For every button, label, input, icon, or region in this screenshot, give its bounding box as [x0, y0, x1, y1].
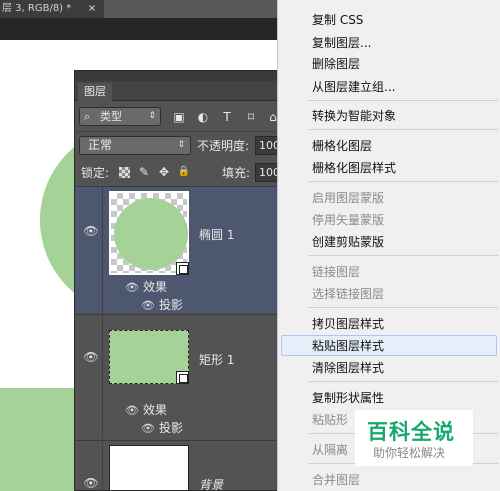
updown-arrows-icon: ⇕ [177, 140, 185, 150]
menu-item[interactable]: 复制形状属性 [312, 389, 384, 406]
tab-layers[interactable]: 图层 [78, 83, 112, 101]
watermark-subtitle: 助你轻松解决 [373, 446, 446, 460]
effect-visibility-icon[interactable]: 👁 [125, 280, 139, 296]
opacity-label: 不透明度: [197, 139, 250, 153]
layer-name[interactable]: 背景 [199, 476, 223, 490]
menu-item: 从隔离 [312, 443, 349, 457]
drop-shadow-label: 投影 [159, 421, 184, 435]
menu-item: 选择链接图层 [312, 287, 385, 301]
lock-label: 锁定: [81, 166, 110, 180]
visibility-eye-icon[interactable]: 👁 [83, 351, 99, 363]
row-divider [102, 315, 103, 439]
layer-name[interactable]: 椭圆 1 [199, 226, 234, 243]
effect-visibility-icon[interactable]: 👁 [125, 403, 139, 419]
menu-item[interactable]: 复制图层... [312, 34, 371, 51]
menu-item: 启用图层蒙版 [312, 191, 385, 205]
menu-item[interactable]: 拷贝图层样式 [312, 315, 384, 332]
thumbnail-ellipse [114, 198, 188, 270]
lock-position-icon[interactable]: ✥ [157, 165, 171, 179]
filter-row: ⌕ 类型 ⇕ ▣ ◐ T ⌑ ⌂ [75, 103, 279, 129]
menu-item: 链接图层 [312, 265, 361, 279]
adjustment-layer-filter-icon[interactable]: ◐ [195, 109, 211, 125]
blend-row: 正常 ⇕ 不透明度: 100 [75, 131, 279, 157]
layer-row-rectangle[interactable]: 👁 矩形 1 👁 效果 👁 投影 [75, 314, 279, 439]
shape-layer-icon [176, 262, 189, 275]
row-divider [102, 187, 103, 313]
layer-row-ellipse[interactable]: 👁 椭圆 1 👁 效果 👁 投影 [75, 186, 279, 314]
lock-row: 锁定: ✎ ✥ 🔒 填充: 100 [75, 159, 279, 185]
menu-item: 停用矢量蒙版 [312, 213, 385, 227]
menu-separator [308, 129, 498, 130]
lock-all-icon[interactable]: 🔒 [177, 165, 191, 179]
menu-item[interactable]: 转换为智能对象 [312, 107, 396, 124]
canvas-frame-band [0, 18, 280, 40]
layer-row-background[interactable]: 👁 背景 [75, 440, 279, 490]
filter-kind-select[interactable]: ⌕ 类型 ⇕ [79, 107, 161, 126]
lock-pixels-icon[interactable]: ✎ [137, 165, 151, 179]
menu-separator [308, 181, 498, 182]
panel-tabs: 图层 [75, 81, 279, 101]
effects-label: 效果 [143, 280, 168, 294]
watermark-logo: 百科全说 助你轻松解决 [355, 410, 473, 466]
menu-item[interactable]: 复制 CSS [312, 11, 363, 28]
menu-separator [308, 255, 498, 256]
menu-item: 合并图层 [312, 473, 361, 487]
visibility-eye-icon[interactable]: 👁 [83, 225, 99, 237]
close-tab-icon[interactable]: × [86, 0, 98, 18]
effects-label: 效果 [143, 403, 168, 417]
menu-item[interactable]: 创建剪贴蒙版 [312, 233, 384, 250]
document-tab[interactable]: 层 3, RGB/8) * × [0, 0, 104, 18]
layers-panel: 图层 ⌕ 类型 ⇕ ▣ ◐ T ⌑ ⌂ 正常 ⇕ 不透明度: 100 锁定: ✎… [74, 70, 280, 491]
effect-visibility-icon[interactable]: 👁 [141, 298, 155, 314]
drop-shadow-label: 投影 [159, 298, 184, 312]
panel-title-bar [75, 71, 279, 81]
layer-name[interactable]: 矩形 1 [199, 351, 234, 368]
drop-shadow-row[interactable]: 👁 投影 [141, 420, 183, 437]
layer-thumbnail [109, 445, 189, 490]
menu-separator [308, 100, 498, 101]
blend-mode-value: 正常 [88, 138, 113, 152]
menu-item[interactable]: 清除图层样式 [312, 359, 384, 376]
shape-layer-filter-icon[interactable]: ⌑ [243, 109, 259, 125]
type-layer-filter-icon[interactable]: T [219, 109, 235, 125]
search-icon: ⌕ [84, 110, 91, 123]
effects-row[interactable]: 👁 效果 [125, 402, 167, 419]
blend-mode-select[interactable]: 正常 ⇕ [79, 136, 191, 155]
updown-arrows-icon: ⇕ [148, 111, 156, 121]
document-tab-bar: 层 3, RGB/8) * × [0, 0, 280, 18]
menu-separator [308, 307, 498, 308]
menu-item[interactable]: 粘贴图层样式 [312, 337, 384, 354]
pixel-layer-filter-icon[interactable]: ▣ [171, 109, 187, 125]
menu-item[interactable]: 栅格化图层样式 [312, 159, 396, 176]
row-divider [102, 441, 103, 490]
menu-item[interactable]: 删除图层 [312, 55, 360, 72]
shape-layer-icon [176, 371, 189, 384]
filter-kind-label: 类型 [100, 110, 122, 123]
watermark-title: 百科全说 [367, 420, 455, 444]
effects-row[interactable]: 👁 效果 [125, 279, 167, 296]
menu-item: 粘贴形 [312, 413, 349, 427]
drop-shadow-row[interactable]: 👁 投影 [141, 297, 183, 314]
document-tab-title: 层 3, RGB/8) * [2, 3, 72, 14]
menu-separator [308, 381, 498, 382]
menu-item[interactable]: 栅格化图层 [312, 137, 372, 154]
menu-item[interactable]: 从图层建立组... [312, 78, 395, 95]
fill-label: 填充: [222, 166, 251, 180]
effect-visibility-icon[interactable]: 👁 [141, 421, 155, 437]
visibility-eye-icon[interactable]: 👁 [83, 477, 99, 489]
lock-transparency-icon[interactable] [119, 167, 130, 178]
